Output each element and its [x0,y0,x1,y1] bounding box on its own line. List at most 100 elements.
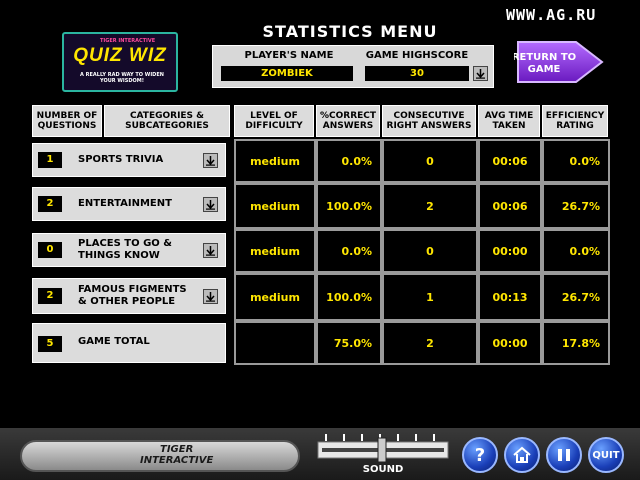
help-button[interactable]: ? [462,437,498,473]
game-total-label: GAME TOTAL [78,336,150,347]
total-efficiency-cell: 17.8% [542,321,610,365]
col-header-efficiency: EFFICIENCY RATING [542,105,608,137]
difficulty-cell: medium [234,273,316,321]
col-header-difficulty: LEVEL OF DIFFICULTY [234,105,314,137]
player-name-label: PLAYER'S NAME [244,50,334,61]
arrow-down-icon [206,246,215,256]
avgtime-cell: 00:06 [478,183,542,229]
question-count: 2 [38,196,62,212]
total-question-count: 5 [38,336,62,352]
avgtime-cell: 00:06 [478,139,542,183]
total-correct-cell: 75.0% [316,321,382,365]
difficulty-cell: medium [234,229,316,273]
category-label: SPORTS TRIVIA [78,154,164,165]
avgtime-cell: 00:00 [478,229,542,273]
player-name-field: ZOMBIEK [221,66,353,81]
logo-name: QUIZ WIZ [73,45,167,66]
col-header-text: EFFICIENCY [545,111,605,121]
highscore-field: 30 [365,66,469,81]
col-header-text: CATEGORIES & [129,111,205,121]
return-label-1: RETURN TO [514,52,576,63]
category-label: ENTERTAINMENT [78,198,172,209]
logo-tagline: A REALLY RAD WAY TO WIDEN YOUR WISDOM! [80,72,164,84]
col-header-avgtime: AVG TIME TAKEN [478,105,540,137]
house-icon [513,446,531,463]
home-button[interactable] [504,437,540,473]
efficiency-cell: 26.7% [542,273,610,321]
col-header-questions: NUMBER OF QUESTIONS [32,105,102,137]
logo-brand: TIGER INTERACTIVE [100,38,156,44]
category-label-line2: THINGS KNOW [78,250,160,261]
col-header-text: AVG TIME [484,111,534,121]
col-header-correct: %CORRECT ANSWERS [316,105,380,137]
category-label: PLACES TO GO & THINGS KNOW [78,238,172,262]
return-label-2: GAME [528,64,561,75]
total-avgtime-cell: 00:00 [478,321,542,365]
category-dropdown-button[interactable] [203,197,218,212]
col-header-text: TAKEN [492,121,526,131]
tiger-logo-line2: INTERACTIVE [140,455,214,466]
quiz-wiz-logo: TIGER INTERACTIVE QUIZ WIZ A REALLY RAD … [62,32,178,92]
category-dropdown-button[interactable] [203,153,218,168]
sound-slider-handle[interactable] [377,437,387,463]
col-header-text: NUMBER OF [36,111,98,121]
quit-button[interactable]: QUIT [588,437,624,473]
category-row-places: 0 PLACES TO GO & THINGS KNOW [32,233,226,267]
col-header-text: RATING [556,121,594,131]
highscore-down-button[interactable] [473,66,488,81]
question-count: 2 [38,288,62,304]
sound-slider[interactable]: SOUND [316,432,450,476]
pause-icon [558,449,570,461]
col-header-text: SUBCATEGORIES [125,121,209,131]
sound-slider-graphic: SOUND [317,434,449,475]
col-header-text: RIGHT ANSWERS [386,121,472,131]
col-header-categories: CATEGORIES & SUBCATEGORIES [104,105,230,137]
tiger-logo-line1: TIGER [160,444,194,455]
pause-button[interactable] [546,437,582,473]
correct-cell: 100.0% [316,183,382,229]
col-header-consecutive: CONSECUTIVE RIGHT ANSWERS [382,105,476,137]
difficulty-cell: medium [234,183,316,229]
arrow-down-icon [206,156,215,166]
category-label-line1: FAMOUS FIGMENTS [78,284,187,295]
arrow-down-icon [476,69,485,79]
highscore-label: GAME HIGHSCORE [365,50,469,61]
col-header-text: LEVEL OF [250,111,298,121]
watermark: WWW.AG.RU [506,6,597,24]
consecutive-cell: 0 [382,139,478,183]
progress-slot: TIGER INTERACTIVE [20,440,300,472]
player-panel: PLAYER'S NAME GAME HIGHSCORE ZOMBIEK 30 [212,45,494,88]
arrow-down-icon [206,200,215,210]
col-header-text: CONSECUTIVE [393,111,465,121]
consecutive-cell: 2 [382,183,478,229]
category-row-entertainment: 2 ENTERTAINMENT [32,187,226,221]
consecutive-cell: 1 [382,273,478,321]
page-title: STATISTICS MENU [262,22,438,41]
correct-cell: 0.0% [316,229,382,273]
correct-cell: 0.0% [316,139,382,183]
category-dropdown-button[interactable] [203,243,218,258]
total-difficulty-cell [234,321,316,365]
category-label-line1: PLACES TO GO & [78,238,173,249]
efficiency-cell: 26.7% [542,183,610,229]
efficiency-cell: 0.0% [542,139,610,183]
sound-label: SOUND [363,464,404,475]
category-row-figments: 2 FAMOUS FIGMENTS & OTHER PEOPLE [32,278,226,314]
arrow-down-icon [206,292,215,302]
category-dropdown-button[interactable] [203,289,218,304]
correct-cell: 100.0% [316,273,382,321]
col-header-text: ANSWERS [322,121,374,131]
return-to-game-button[interactable]: RETURN TO GAME [512,38,604,86]
total-consecutive-cell: 2 [382,321,478,365]
question-count: 1 [38,152,62,168]
game-total-row: 5 GAME TOTAL [32,323,226,363]
col-header-text: QUESTIONS [37,121,97,131]
difficulty-cell: medium [234,139,316,183]
col-header-text: %CORRECT [319,111,377,121]
category-label: FAMOUS FIGMENTS & OTHER PEOPLE [78,284,187,308]
category-row-sports: 1 SPORTS TRIVIA [32,143,226,177]
return-arrow-icon: RETURN TO GAME [512,41,604,83]
tiger-interactive-logo: TIGER INTERACTIVE [140,444,213,466]
avgtime-cell: 00:13 [478,273,542,321]
consecutive-cell: 0 [382,229,478,273]
